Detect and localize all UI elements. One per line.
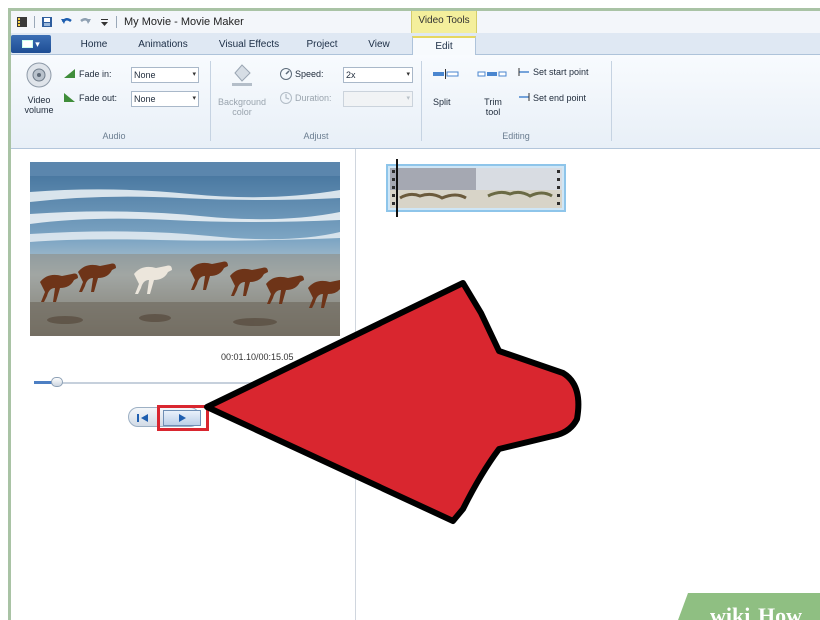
- watermark-wiki: wiki: [710, 603, 750, 620]
- movie-maker-window: My Movie - Movie Maker Video Tools ▾ Hom…: [8, 8, 820, 620]
- watermark-logo: wiki How: [674, 593, 820, 620]
- annotation-arrow: [204, 280, 582, 524]
- watermark-how: How: [758, 603, 802, 620]
